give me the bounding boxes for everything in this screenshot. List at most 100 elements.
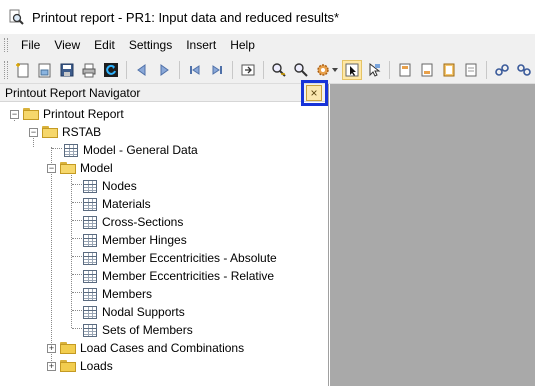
print-icon[interactable]	[79, 60, 99, 80]
tree-item-cross-sections[interactable]: Cross-Sections	[83, 213, 183, 231]
zoom-in-icon[interactable]	[269, 60, 289, 80]
menu-edit[interactable]: Edit	[87, 34, 122, 56]
navigator-toggle-icon[interactable]	[342, 59, 362, 80]
table-icon	[83, 287, 97, 301]
folder-open-icon	[60, 162, 76, 174]
folder-icon	[60, 342, 76, 354]
tree-connector	[72, 292, 82, 293]
report-workspace[interactable]	[330, 84, 535, 386]
save-icon[interactable]	[57, 60, 77, 80]
tree-item-label: Model	[80, 161, 113, 175]
page-header-icon[interactable]	[395, 60, 415, 80]
table-icon	[83, 233, 97, 247]
tree-connector	[72, 184, 82, 185]
tree-connector	[72, 310, 82, 311]
table-icon	[83, 323, 97, 337]
navigator-title: Printout Report Navigator	[5, 85, 141, 100]
toolbar-grip[interactable]	[4, 60, 8, 79]
tree-item-label: Sets of Members	[102, 323, 193, 337]
collapse-icon[interactable]: −	[10, 109, 19, 119]
menu-file[interactable]: File	[14, 34, 47, 56]
tree-item-loads[interactable]: + Loads	[47, 357, 113, 375]
toolbar-separator	[263, 60, 264, 79]
link-icon-1[interactable]	[492, 60, 512, 80]
folder-open-icon	[42, 126, 58, 138]
next-icon[interactable]	[154, 60, 174, 80]
table-icon	[83, 251, 97, 265]
tree-item-label: Member Eccentricities - Absolute	[102, 251, 277, 265]
tree-connector	[72, 328, 82, 329]
tree-connector	[51, 147, 52, 363]
table-icon	[64, 143, 78, 157]
tree-item-printout-report[interactable]: − Printout Report	[10, 105, 124, 123]
menubar-grip[interactable]	[4, 38, 8, 52]
table-icon	[83, 269, 97, 283]
page-icon-1[interactable]	[417, 60, 437, 80]
zoom-out-icon[interactable]	[291, 60, 311, 80]
folder-icon	[60, 360, 76, 372]
tree-item-sets-of-members[interactable]: Sets of Members	[83, 321, 193, 339]
menu-help[interactable]: Help	[223, 34, 262, 56]
new-report-icon[interactable]	[13, 60, 33, 80]
tree-item-label: Member Eccentricities - Relative	[102, 269, 275, 283]
window-title: Printout report - PR1: Input data and re…	[32, 9, 340, 25]
toolbar-separator	[389, 60, 390, 79]
title-bar: Printout report - PR1: Input data and re…	[0, 0, 535, 34]
tree-item-members[interactable]: Members	[83, 285, 152, 303]
collapse-icon[interactable]: −	[47, 163, 56, 173]
tree-item-nodes[interactable]: Nodes	[83, 177, 137, 195]
export-icon[interactable]	[238, 60, 258, 80]
toolbar	[0, 56, 535, 84]
tree-item-member-eccentricities-absolute[interactable]: Member Eccentricities - Absolute	[83, 249, 277, 267]
tree-item-label: Load Cases and Combinations	[80, 341, 245, 355]
expand-icon[interactable]: +	[47, 361, 56, 371]
tree-item-label: RSTAB	[62, 125, 102, 139]
table-icon	[83, 197, 97, 211]
refresh-icon[interactable]	[101, 60, 121, 80]
tree-item-label: Printout Report	[43, 107, 124, 121]
tree-connector	[72, 256, 82, 257]
toolbar-separator	[232, 60, 233, 79]
menu-insert[interactable]: Insert	[179, 34, 223, 56]
tree-connector	[72, 220, 82, 221]
tree-item-member-eccentricities-relative[interactable]: Member Eccentricities - Relative	[83, 267, 274, 285]
tree-connector	[71, 175, 72, 328]
toolbar-separator	[179, 60, 180, 79]
tree-item-materials[interactable]: Materials	[83, 195, 151, 213]
collapse-icon[interactable]: −	[29, 127, 38, 137]
menu-bar: File View Edit Settings Insert Help	[0, 34, 535, 56]
previous-icon[interactable]	[132, 60, 152, 80]
navigator-header: Printout Report Navigator	[0, 84, 328, 102]
settings-icon[interactable]	[313, 60, 333, 80]
link-icon-2[interactable]	[514, 60, 534, 80]
tree-connector	[72, 202, 82, 203]
expand-icon[interactable]: +	[47, 343, 56, 353]
tree-item-label: Nodal Supports	[102, 305, 185, 319]
tree-connector	[52, 148, 62, 149]
first-page-icon[interactable]	[185, 60, 205, 80]
tree-item-general-data[interactable]: Model - General Data	[64, 141, 198, 159]
tree-item-load-cases[interactable]: + Load Cases and Combinations	[47, 339, 244, 357]
last-page-icon[interactable]	[207, 60, 227, 80]
toolbar-separator	[486, 60, 487, 79]
tree-item-rstab[interactable]: − RSTAB	[29, 123, 101, 141]
menu-view[interactable]: View	[47, 34, 87, 56]
tree-item-label: Cross-Sections	[102, 215, 184, 229]
tree-item-nodal-supports[interactable]: Nodal Supports	[83, 303, 185, 321]
menu-settings[interactable]: Settings	[122, 34, 179, 56]
table-icon	[83, 215, 97, 229]
tree-item-label: Nodes	[102, 179, 137, 193]
select-cursor-icon[interactable]	[364, 60, 384, 80]
tree-item-label: Model - General Data	[83, 143, 198, 157]
page-icon-2[interactable]	[439, 60, 459, 80]
toolbar-separator	[126, 60, 127, 79]
tree-item-label: Materials	[102, 197, 151, 211]
tree-item-model[interactable]: − Model	[47, 159, 113, 177]
tree-item-label: Member Hinges	[102, 233, 187, 247]
tree-item-member-hinges[interactable]: Member Hinges	[83, 231, 187, 249]
open-icon[interactable]	[35, 60, 55, 80]
tree-item-label: Members	[102, 287, 153, 301]
page-icon-3[interactable]	[461, 60, 481, 80]
tree-item-label: Loads	[80, 359, 113, 373]
tree-connector	[72, 238, 82, 239]
